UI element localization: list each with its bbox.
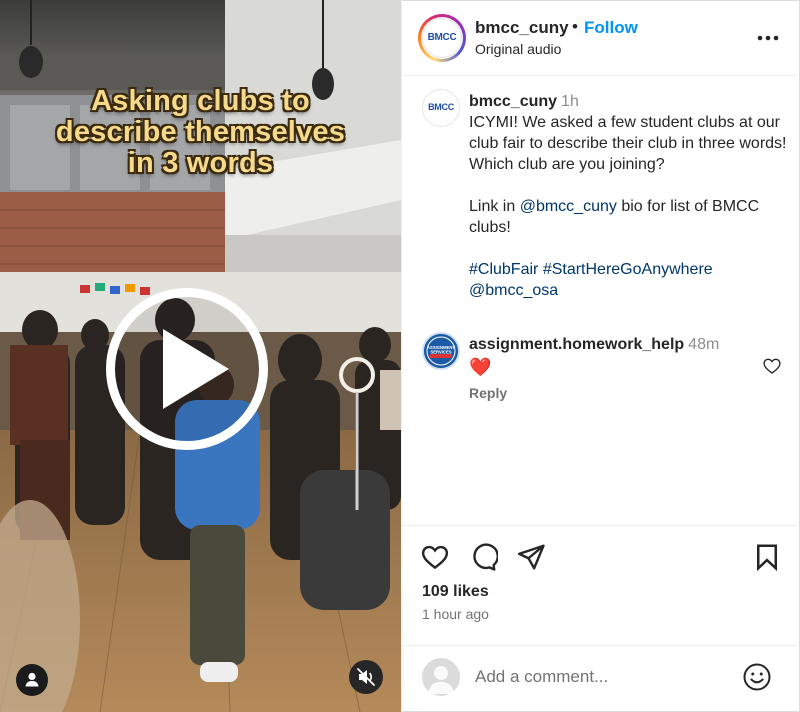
comment-like-button[interactable]	[762, 356, 782, 376]
author-username[interactable]: bmcc_cuny	[475, 18, 569, 38]
post-header: BMCC bmcc_cuny • Follow Original audio	[402, 0, 800, 76]
current-user-avatar	[422, 658, 460, 696]
caption-body: ICYMI! We asked a few student clubs at o…	[469, 114, 787, 173]
commenter-avatar[interactable]: ASSIGNMENT SERVICES	[422, 332, 460, 370]
caption-line: Asking clubs to	[91, 85, 310, 117]
comment-item: ASSIGNMENT SERVICES assignment.homework_…	[402, 330, 800, 410]
audio-link[interactable]: Original audio	[475, 41, 561, 57]
person-icon	[25, 672, 39, 687]
post-caption: BMCC bmcc_cuny 1h ICYMI! We asked a few s…	[402, 77, 800, 527]
tagged-users-button[interactable]	[16, 664, 48, 696]
caption-text: bmcc_cuny 1h ICYMI! We asked a few studen…	[469, 91, 787, 322]
assignment-services-logo: ASSIGNMENT SERVICES	[424, 334, 458, 368]
caption-link-prefix: Link in	[469, 198, 520, 215]
comment-button[interactable]	[468, 542, 499, 572]
caption-avatar[interactable]: BMCC	[422, 89, 460, 127]
share-button[interactable]	[516, 542, 546, 572]
post-details-panel: BMCC bmcc_cuny • Follow Original audio B…	[401, 0, 800, 712]
mention-link[interactable]: @bmcc_cuny	[520, 198, 617, 215]
video-caption-overlay: Asking clubs to describe themselves in 3…	[0, 86, 401, 179]
bmcc-logo-text: BMCC	[427, 32, 457, 43]
save-button[interactable]	[752, 542, 782, 572]
heart-outline-icon	[763, 358, 781, 374]
follow-button[interactable]: Follow	[584, 18, 638, 38]
default-avatar-icon	[428, 666, 454, 694]
profile-avatar[interactable]: BMCC	[418, 14, 466, 62]
video-player[interactable]: Asking clubs to describe themselves in 3…	[0, 0, 401, 712]
emoji-button[interactable]	[742, 662, 772, 692]
post-actions: 109 likes 1 hour ago	[402, 525, 800, 645]
bmcc-logo-text: BMCC	[428, 102, 454, 112]
caption-line: describe themselves	[55, 116, 346, 148]
play-icon	[163, 329, 229, 409]
caption-timestamp: 1h	[561, 93, 579, 110]
hashtag-link[interactable]: #StartHereGoAnywhere	[543, 261, 713, 278]
more-options-icon	[757, 35, 779, 41]
comment-text: assignment.homework_help 48m ❤️	[469, 334, 719, 379]
hashtag-link[interactable]: #ClubFair	[469, 261, 538, 278]
comment-timestamp: 48m	[688, 336, 720, 353]
paper-plane-icon	[517, 544, 545, 570]
mute-button[interactable]	[349, 660, 383, 694]
bmcc-logo: BMCC	[422, 18, 462, 58]
emoji-icon	[743, 663, 771, 691]
caption-username[interactable]: bmcc_cuny	[469, 93, 557, 110]
bookmark-icon	[757, 544, 777, 572]
comment-body: ❤️	[469, 357, 492, 377]
speaker-muted-icon	[357, 668, 375, 686]
reply-button[interactable]: Reply	[469, 385, 507, 401]
like-button[interactable]	[420, 542, 450, 572]
likes-count[interactable]: 109 likes	[422, 583, 489, 601]
mention-link[interactable]: @bmcc_osa	[469, 282, 558, 299]
add-comment-bar	[402, 645, 800, 712]
comment-icon	[473, 543, 499, 571]
post-timestamp[interactable]: 1 hour ago	[422, 606, 489, 622]
play-button[interactable]	[106, 288, 268, 450]
heart-icon	[421, 545, 449, 570]
more-options-button[interactable]	[754, 24, 782, 52]
commenter-username[interactable]: assignment.homework_help	[469, 336, 684, 353]
comment-input[interactable]	[475, 664, 725, 690]
caption-line: in 3 words	[127, 147, 274, 179]
separator-dot: •	[572, 17, 578, 36]
avatar-text: SERVICES	[430, 350, 451, 355]
